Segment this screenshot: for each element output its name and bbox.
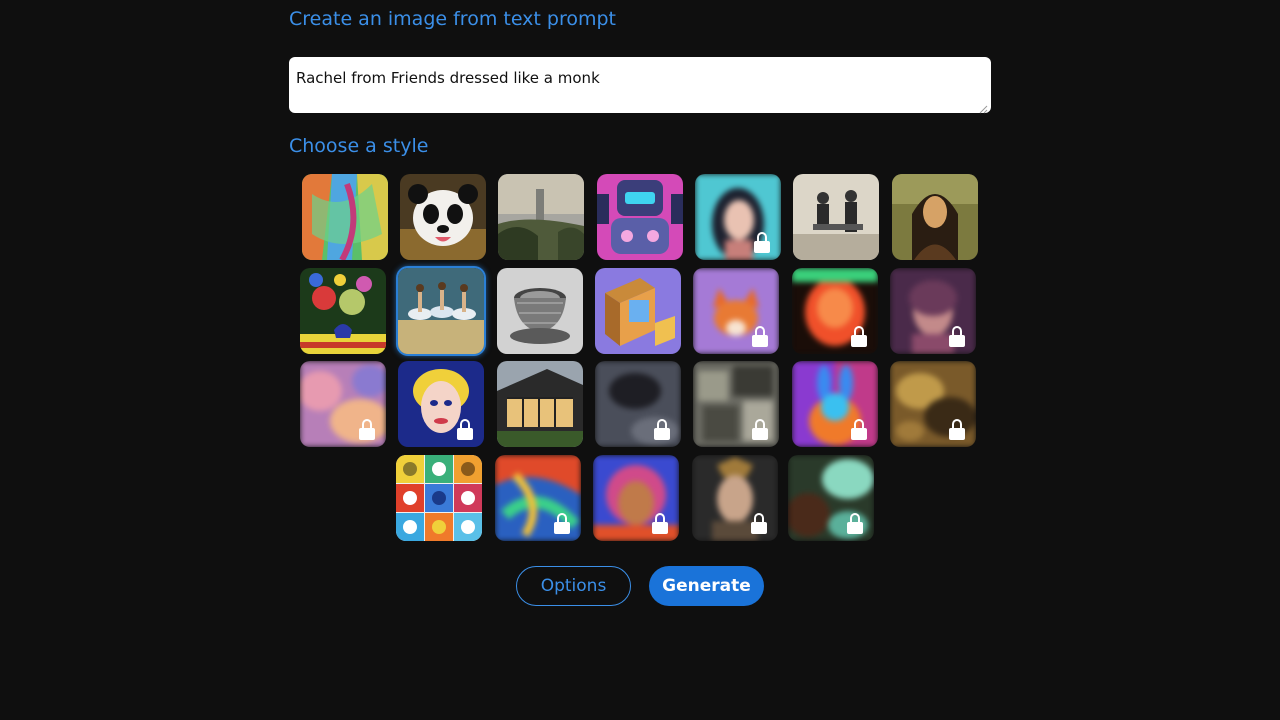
style-tile-isometric[interactable] (595, 268, 681, 354)
lock-icon (752, 326, 768, 348)
lock-icon (752, 419, 768, 441)
lock-icon (754, 232, 770, 254)
generate-button[interactable]: Generate (649, 566, 764, 606)
style-thumbnail (497, 268, 583, 354)
lock-icon (652, 513, 668, 535)
options-button[interactable]: Options (516, 566, 631, 606)
lock-icon (751, 513, 767, 535)
style-tile-robot[interactable] (597, 174, 683, 260)
lock-icon (847, 513, 863, 535)
style-tile-pastel-clouds[interactable] (300, 361, 386, 447)
style-tile-warrior[interactable] (692, 455, 778, 541)
style-thumbnail (793, 174, 879, 260)
style-tile-golden-texture[interactable] (890, 361, 976, 447)
style-tile-cubist[interactable] (693, 361, 779, 447)
lock-icon (851, 326, 867, 348)
style-thumbnail (302, 174, 388, 260)
style-tile-portrait-anime[interactable] (695, 174, 781, 260)
style-tile-abstract-painting[interactable] (302, 174, 388, 260)
lock-icon (359, 419, 375, 441)
style-tile-neon-face[interactable] (792, 268, 878, 354)
create-title: Create an image from text prompt (289, 8, 617, 30)
style-tile-dark-abstract[interactable] (595, 361, 681, 447)
style-title: Choose a style (289, 135, 429, 157)
prompt-input[interactable] (289, 57, 991, 113)
style-tile-landscape[interactable] (498, 174, 584, 260)
style-tile-icon-grid[interactable] (396, 455, 482, 541)
style-thumbnail (400, 174, 486, 260)
lock-icon (949, 419, 965, 441)
style-thumbnail (597, 174, 683, 260)
style-tile-soft-portrait[interactable] (890, 268, 976, 354)
style-tile-mona-lisa[interactable] (892, 174, 978, 260)
style-thumbnail (498, 174, 584, 260)
style-tile-panda[interactable] (400, 174, 486, 260)
lock-icon (851, 419, 867, 441)
style-thumbnail (300, 268, 386, 354)
style-thumbnail (398, 268, 484, 354)
style-tile-sketch-cup[interactable] (497, 268, 583, 354)
style-tile-architecture[interactable] (497, 361, 583, 447)
style-tile-pop-art[interactable] (398, 361, 484, 447)
resize-grip-icon[interactable] (978, 99, 988, 114)
style-thumbnail (396, 455, 482, 541)
style-thumbnail (892, 174, 978, 260)
lock-icon (949, 326, 965, 348)
style-tile-teal-texture[interactable] (788, 455, 874, 541)
style-thumbnail (497, 361, 583, 447)
lock-icon (554, 513, 570, 535)
lock-icon (654, 419, 670, 441)
lock-icon (457, 419, 473, 441)
style-tile-fluid-colors[interactable] (495, 455, 581, 541)
style-thumbnail (595, 268, 681, 354)
style-tile-ballet-dancers[interactable] (398, 268, 484, 354)
style-tile-rainbow-rabbit[interactable] (792, 361, 878, 447)
style-tile-flowers[interactable] (300, 268, 386, 354)
style-tile-colorful-portrait[interactable] (593, 455, 679, 541)
style-tile-fox[interactable] (693, 268, 779, 354)
style-tile-vintage-engraving[interactable] (793, 174, 879, 260)
